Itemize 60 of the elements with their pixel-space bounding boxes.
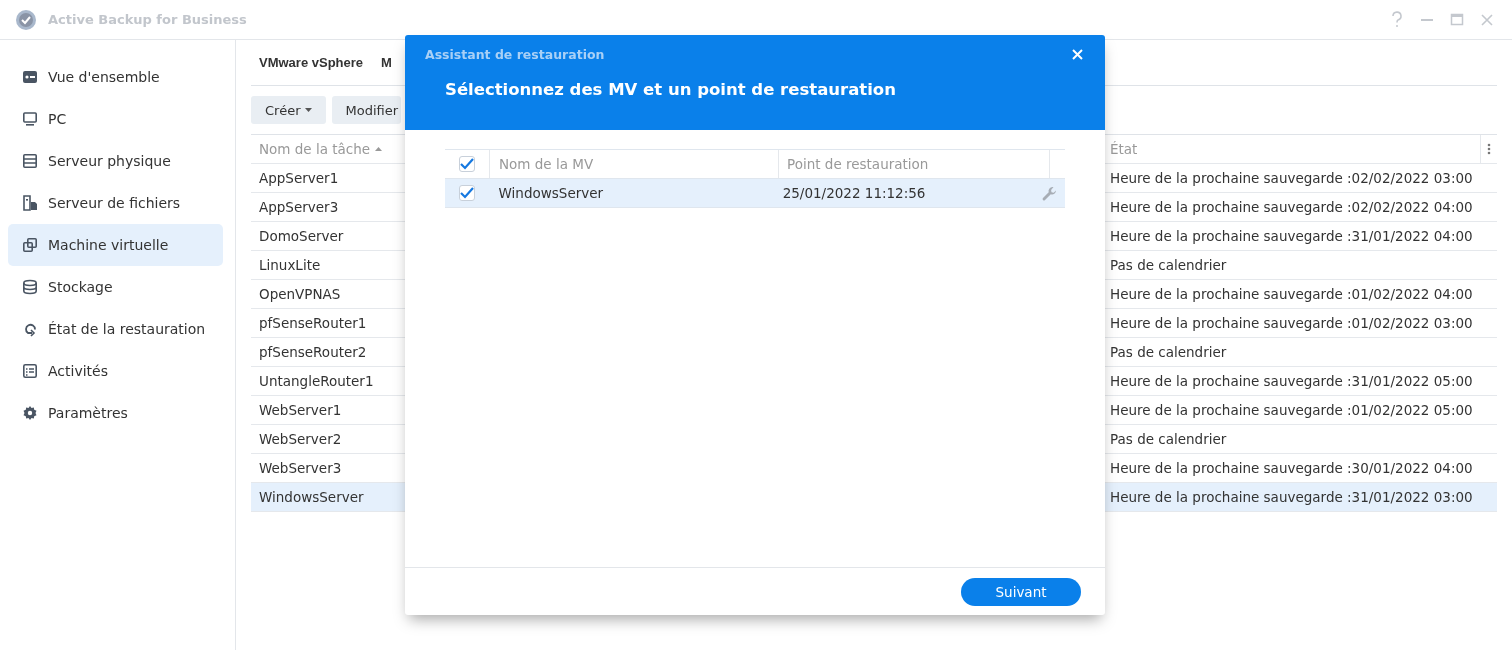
sidebar-item[interactable]: État de la restauration	[8, 308, 223, 350]
table-cell-text: Heure de la prochaine sauvegarde :01/02/2022 03:00	[1109, 315, 1474, 331]
table-row[interactable]: WindowsServer 25/01/2022 11:12:56	[445, 179, 1065, 208]
database-icon	[22, 279, 38, 295]
checkbox[interactable]	[458, 185, 475, 201]
sidebar-item[interactable]: Vue d'ensemble	[8, 56, 223, 98]
file-server-icon	[22, 195, 38, 211]
maximize-icon[interactable]	[1450, 11, 1464, 28]
dashboard-icon	[22, 69, 38, 85]
sidebar-item[interactable]: Serveur de fichiers	[8, 182, 223, 224]
tab[interactable]: VMware vSphere	[259, 55, 364, 70]
sidebar-item[interactable]: PC	[8, 98, 223, 140]
table-cell-text: WebServer1	[258, 402, 343, 418]
sidebar-item[interactable]: Serveur physique	[8, 140, 223, 182]
virtual-machine-icon	[22, 237, 38, 253]
table-cell-text: Heure de la prochaine sauvegarde :01/02/2022 04:00	[1109, 286, 1474, 302]
table-cell-text: 25/01/2022 11:12:56	[781, 184, 927, 203]
dropdown-button[interactable]: Créer	[251, 96, 327, 124]
table-cell-text: WindowsServer	[258, 489, 365, 505]
table-cell-text: LinuxLite	[258, 257, 322, 273]
table-cell-text: WindowsServer	[497, 184, 605, 203]
table-cell-text: Heure de la prochaine sauvegarde :02/02/2022 04:00	[1109, 199, 1474, 215]
app-logo-icon	[15, 8, 37, 31]
table-cell-text: Heure de la prochaine sauvegarde :30/01/2022 04:00	[1109, 460, 1474, 476]
sidebar-item[interactable]: Paramètres	[8, 392, 223, 434]
list-icon	[22, 363, 38, 379]
table-cell-text: WebServer3	[258, 460, 343, 476]
tab[interactable]: M	[381, 55, 392, 70]
checkbox[interactable]	[459, 156, 475, 172]
dialog-heading: Sélectionnez des MV et un point de restauration	[444, 80, 897, 99]
toolbar-button[interactable]: Modifier	[332, 96, 402, 124]
table-cell-text: Heure de la prochaine sauvegarde :02/02/2022 03:00	[1109, 170, 1474, 186]
table-cell-text: DomoServer	[258, 228, 345, 244]
table-cell-text: Heure de la prochaine sauvegarde :31/01/2022 03:00	[1109, 489, 1474, 505]
table-cell-text: Heure de la prochaine sauvegarde :01/02/2022 05:00	[1109, 402, 1474, 418]
close-icon[interactable]	[1480, 12, 1494, 27]
sidebar-item[interactable]: Activités	[8, 350, 223, 392]
table-cell-text: Pas de calendrier	[1109, 344, 1228, 360]
table-cell-text: Heure de la prochaine sauvegarde :31/01/2022 05:00	[1109, 373, 1474, 389]
table-cell-text: WebServer2	[258, 431, 343, 447]
wrench-icon[interactable]	[1042, 185, 1057, 201]
server-icon	[22, 153, 38, 169]
window-title: Active Backup for Business	[48, 12, 247, 27]
sidebar-item[interactable]: Stockage	[8, 266, 223, 308]
table-cell-text: Heure de la prochaine sauvegarde :31/01/2022 04:00	[1109, 228, 1474, 244]
table-cell-text: pfSenseRouter1	[258, 315, 368, 331]
table-cell-text: AppServer3	[258, 199, 340, 215]
more-icon[interactable]	[1487, 143, 1491, 155]
table-cell-text: OpenVPNAS	[258, 286, 342, 302]
settings-icon	[22, 405, 38, 421]
sidebar-item[interactable]: Machine virtuelle	[8, 224, 223, 266]
restore-icon	[22, 321, 38, 337]
monitor-icon	[22, 111, 38, 127]
table-cell-text: pfSenseRouter2	[258, 344, 368, 360]
table-cell-text: UntangleRouter1	[258, 373, 375, 389]
table-cell-text: Pas de calendrier	[1109, 431, 1228, 447]
dialog-title: Assistant de restauration	[425, 46, 605, 62]
table-cell-text: Pas de calendrier	[1109, 257, 1228, 273]
table-cell-text: AppServer1	[258, 170, 340, 186]
next-button[interactable]: Suivant	[961, 577, 1081, 606]
